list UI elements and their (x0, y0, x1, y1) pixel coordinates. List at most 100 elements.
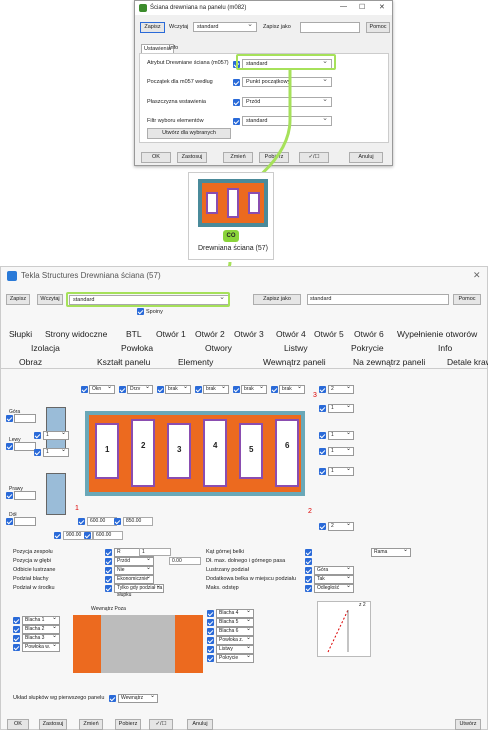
checkbox[interactable] (13, 644, 20, 651)
checkbox[interactable] (319, 386, 326, 393)
tab-6[interactable]: Otwór 4 (276, 329, 306, 339)
save-as-input[interactable]: standard (307, 294, 449, 305)
checkbox[interactable] (207, 655, 214, 662)
left-select[interactable]: 1 (43, 447, 69, 457)
top-select[interactable]: brak (241, 384, 267, 394)
checkbox[interactable] (157, 386, 164, 393)
checkbox[interactable] (109, 695, 116, 702)
checkbox[interactable] (195, 386, 202, 393)
right-select[interactable]: 2 (328, 384, 354, 394)
checkbox[interactable] (207, 628, 214, 635)
tab-0[interactable]: Izolacja (31, 343, 60, 353)
right-select[interactable]: 1 (328, 403, 354, 413)
checkbox[interactable] (13, 635, 20, 642)
tab-4[interactable]: Pokrycie (351, 343, 384, 353)
checkbox[interactable] (34, 449, 41, 456)
tab-0[interactable]: Słupki (9, 329, 32, 339)
input[interactable] (14, 442, 36, 451)
checkbox[interactable] (6, 492, 13, 499)
tab-1[interactable]: Powłoka (121, 343, 153, 353)
toggle-button[interactable]: ✓/☐ (149, 719, 173, 730)
checkbox[interactable] (319, 448, 326, 455)
tab-2[interactable]: Otwory (205, 343, 232, 353)
checkbox[interactable] (271, 386, 278, 393)
tab-0[interactable]: Obraz (19, 357, 42, 367)
posts-select[interactable]: Wewnątrz (118, 693, 158, 703)
prop-select[interactable]: Rama (371, 547, 411, 557)
checkbox[interactable] (105, 567, 112, 574)
help-button[interactable]: Pomoc (453, 294, 481, 305)
checkbox[interactable] (81, 386, 88, 393)
checkbox[interactable] (105, 558, 112, 565)
checkbox[interactable] (34, 432, 41, 439)
checkbox[interactable] (305, 567, 312, 574)
layer-select[interactable]: Pokrycie (216, 653, 254, 663)
right-select[interactable]: 1 (328, 466, 354, 476)
prop-select[interactable]: Tylko gdy podział na słupku (114, 583, 164, 598)
save-as-button[interactable]: Zapisz jako (253, 294, 301, 305)
checkbox[interactable] (54, 532, 61, 539)
prop-select[interactable]: Odległość (314, 583, 354, 593)
tab-4[interactable]: Otwór 2 (195, 329, 225, 339)
checkbox[interactable] (13, 617, 20, 624)
tab-3[interactable]: Listwy (284, 343, 308, 353)
joints-checkbox[interactable] (137, 308, 144, 315)
checkbox[interactable] (78, 518, 85, 525)
tab-5[interactable]: Detale krawędzi (447, 357, 488, 367)
checkbox[interactable] (305, 576, 312, 583)
top-select[interactable]: Okn (89, 384, 115, 394)
right-select[interactable]: 2 (328, 521, 354, 531)
checkbox[interactable] (305, 549, 312, 556)
checkbox[interactable] (319, 468, 326, 475)
checkbox[interactable] (207, 610, 214, 617)
dim-input[interactable]: 600.00 (93, 531, 123, 540)
checkbox[interactable] (6, 415, 13, 422)
tab-5[interactable]: Info (438, 343, 452, 353)
checkbox[interactable] (114, 518, 121, 525)
checkbox[interactable] (13, 626, 20, 633)
checkbox[interactable] (233, 386, 240, 393)
input[interactable] (14, 517, 36, 526)
tab-3[interactable]: Otwór 1 (156, 329, 186, 339)
top-select[interactable]: brak (203, 384, 229, 394)
cancel-button[interactable]: Anuluj (187, 719, 213, 730)
prop-value[interactable]: 0.00 (169, 557, 201, 565)
checkbox[interactable] (6, 518, 13, 525)
left-select[interactable]: 1 (43, 430, 69, 440)
tab-9[interactable]: Wypełnienie otworów (397, 329, 477, 339)
tab-1[interactable]: Strony widoczne (45, 329, 107, 339)
checkbox[interactable] (207, 646, 214, 653)
dim-input[interactable]: 850.00 (123, 517, 153, 526)
checkbox[interactable] (305, 585, 312, 592)
checkbox[interactable] (207, 637, 214, 644)
right-select[interactable]: 1 (328, 430, 354, 440)
top-select[interactable]: brak (165, 384, 191, 394)
top-select[interactable]: brak (279, 384, 305, 394)
save-button[interactable]: Zapisz (6, 294, 30, 305)
checkbox[interactable] (119, 386, 126, 393)
dim-input[interactable]: 600.00 (87, 517, 117, 526)
close-icon[interactable]: ✕ (473, 270, 481, 281)
apply-button[interactable]: Zastosuj (39, 719, 67, 730)
checkbox[interactable] (6, 443, 13, 450)
tab-8[interactable]: Otwór 6 (354, 329, 384, 339)
ok-button[interactable]: OK (7, 719, 29, 730)
checkbox[interactable] (207, 619, 214, 626)
create-button[interactable]: Utwórz (455, 719, 481, 730)
tab-2[interactable]: Elementy (178, 357, 213, 367)
input[interactable] (14, 491, 36, 500)
tab-4[interactable]: Na zewnątrz paneli (353, 357, 425, 367)
checkbox[interactable] (84, 532, 91, 539)
component-card[interactable]: CO Drewniana ściana (57) (188, 172, 274, 260)
layer-select[interactable]: Powłoka w. (22, 642, 60, 652)
prop-value[interactable]: 1 (139, 548, 171, 556)
prop-select[interactable]: Ekonomicznie (114, 574, 154, 584)
tab-1[interactable]: Kształt panelu (97, 357, 150, 367)
checkbox[interactable] (105, 549, 112, 556)
checkbox[interactable] (105, 576, 112, 583)
checkbox[interactable] (305, 558, 312, 565)
tab-3[interactable]: Wewnątrz paneli (263, 357, 326, 367)
get-button[interactable]: Pobierz (115, 719, 141, 730)
modify-button[interactable]: Zmień (79, 719, 103, 730)
checkbox[interactable] (319, 432, 326, 439)
